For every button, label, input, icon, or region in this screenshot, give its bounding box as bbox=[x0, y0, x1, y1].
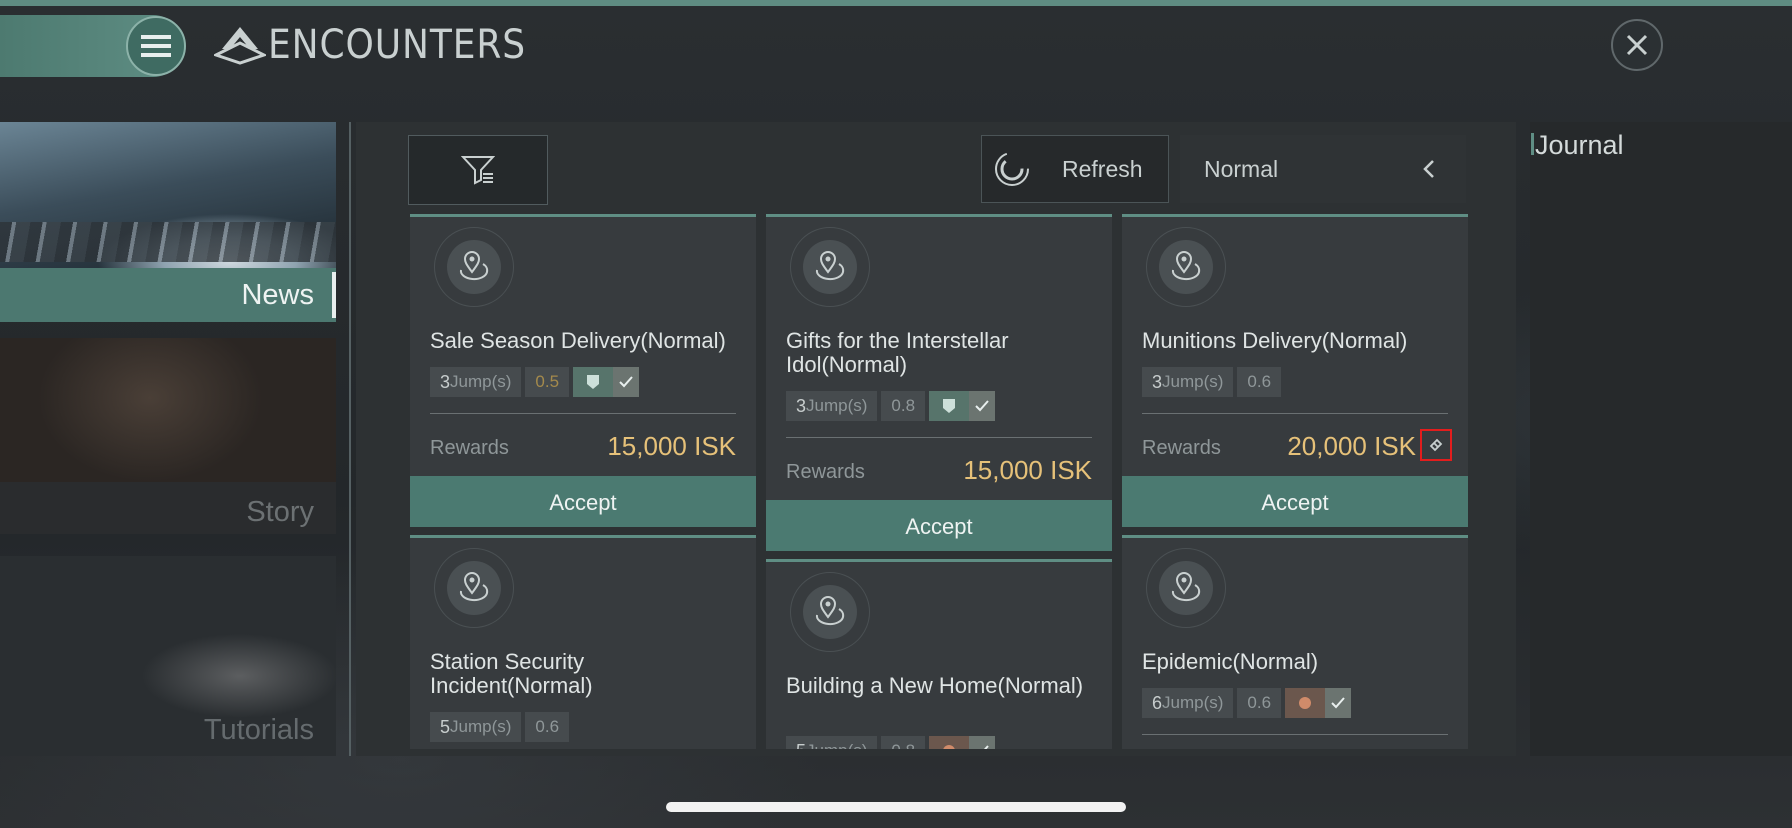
faction-icon bbox=[573, 367, 614, 397]
jumps-tag: 5Jump(s) bbox=[430, 712, 522, 742]
sidebar-item-label: Story bbox=[246, 496, 314, 528]
refresh-icon bbox=[995, 152, 1029, 186]
security-tag: 0.6 bbox=[525, 712, 570, 742]
close-button[interactable] bbox=[1611, 19, 1663, 71]
faction-icon bbox=[929, 391, 970, 421]
card-separator bbox=[1142, 413, 1448, 414]
refresh-button[interactable]: Refresh bbox=[981, 135, 1169, 203]
rewards-label: Rewards bbox=[786, 461, 865, 483]
news-thumbnail bbox=[0, 122, 336, 268]
selected-indicator bbox=[332, 272, 336, 318]
rewards-label: Rewards bbox=[1142, 437, 1221, 459]
close-icon bbox=[1626, 34, 1648, 56]
header-title-group: ENCOUNTERS bbox=[214, 22, 555, 68]
encounter-type-icon-circle bbox=[434, 227, 514, 307]
journal-title[interactable]: Journal bbox=[1535, 130, 1624, 161]
reward-amount: 15,000 ISK bbox=[963, 455, 1092, 485]
encounter-tags: 6 Jump(s) 0.6 bbox=[1142, 688, 1352, 718]
filter-icon bbox=[461, 156, 495, 185]
delivery-location-icon bbox=[1171, 572, 1201, 602]
check-icon bbox=[1325, 688, 1352, 718]
accept-button[interactable]: Accept bbox=[410, 476, 756, 527]
card-separator bbox=[1142, 734, 1448, 735]
check-icon bbox=[613, 367, 640, 397]
encounter-card: Station Security Incident(Normal) 5 Jump(… bbox=[410, 535, 756, 749]
jumps-tag: 5Jump(s) bbox=[786, 736, 878, 749]
rewards-label: Rewards bbox=[430, 437, 509, 459]
reward-amount: 20,000 ISK bbox=[1287, 431, 1416, 461]
home-indicator[interactable] bbox=[666, 802, 1126, 812]
encounter-type-icon-circle bbox=[434, 548, 514, 628]
difficulty-value: Normal bbox=[1204, 155, 1279, 182]
encounter-title: Station Security Incident(Normal) bbox=[430, 649, 593, 698]
encounter-card: Building a New Home(Normal) 5Jump(s) 0.8 bbox=[766, 559, 1112, 749]
faction-icon bbox=[929, 736, 970, 749]
encounter-card: Munitions Delivery(Normal) 3 Jump(s) 0.6 … bbox=[1122, 214, 1468, 527]
encounter-type-icon-circle bbox=[1146, 227, 1226, 307]
encounter-card: Gifts for the Interstellar Idol(Normal) … bbox=[766, 214, 1112, 551]
encounter-title: Sale Season Delivery(Normal) bbox=[430, 328, 726, 353]
top-accent-bar bbox=[0, 0, 1792, 6]
menu-button[interactable] bbox=[126, 16, 186, 76]
encounters-emblem-icon bbox=[214, 27, 266, 65]
encounter-tags: 5Jump(s) 0.8 bbox=[786, 736, 996, 749]
security-tag: 0.6 bbox=[1237, 688, 1282, 718]
security-tag: 0.8 bbox=[881, 736, 926, 749]
reward-amount: 15,000 ISK bbox=[607, 431, 736, 461]
security-tag: 0.6 bbox=[1237, 367, 1282, 397]
jumps-tag: 3 Jump(s) bbox=[430, 367, 522, 397]
link-icon[interactable] bbox=[1420, 429, 1452, 461]
sidebar-item-label: News bbox=[241, 279, 314, 311]
encounter-title: Building a New Home(Normal) bbox=[786, 673, 1084, 698]
refresh-label: Refresh bbox=[1062, 155, 1143, 182]
check-icon bbox=[969, 391, 996, 421]
card-separator bbox=[786, 437, 1092, 438]
faction-icon bbox=[1285, 688, 1326, 718]
difficulty-select[interactable]: Normal bbox=[1180, 135, 1466, 203]
chevron-left-icon bbox=[1423, 160, 1434, 178]
encounter-tags: 3 Jump(s) 0.6 bbox=[1142, 367, 1282, 397]
delivery-location-icon bbox=[1171, 251, 1201, 281]
sidebar-item-news[interactable]: News bbox=[0, 122, 336, 322]
encounter-tags: 5 Jump(s) 0.6 bbox=[430, 712, 570, 742]
security-tag: 0.5 bbox=[525, 367, 570, 397]
encounter-type-icon-circle bbox=[1146, 548, 1226, 628]
story-thumbnail bbox=[0, 338, 336, 482]
delivery-location-icon bbox=[815, 596, 845, 626]
security-tag: 0.8 bbox=[881, 391, 926, 421]
sidebar-item-label: Tutorials bbox=[203, 714, 314, 746]
encounter-title: Munitions Delivery(Normal) bbox=[1142, 328, 1408, 353]
encounter-type-icon-circle bbox=[790, 572, 870, 652]
journal-accent bbox=[1531, 133, 1534, 155]
jumps-tag: 3 Jump(s) bbox=[1142, 367, 1234, 397]
jumps-tag: 3 Jump(s) bbox=[786, 391, 878, 421]
page-title: ENCOUNTERS bbox=[268, 22, 527, 68]
sidebar-divider bbox=[349, 122, 351, 756]
accept-button[interactable]: Accept bbox=[1122, 476, 1468, 527]
encounter-tags: 3 Jump(s) 0.8 bbox=[786, 391, 996, 421]
check-icon bbox=[969, 736, 996, 749]
card-separator bbox=[430, 413, 736, 414]
sidebar-item-tutorials[interactable]: Tutorials bbox=[0, 556, 336, 756]
filter-button[interactable] bbox=[408, 135, 548, 205]
encounter-card: Epidemic(Normal) 6 Jump(s) 0.6 bbox=[1122, 535, 1468, 749]
encounter-type-icon-circle bbox=[790, 227, 870, 307]
delivery-location-icon bbox=[459, 251, 489, 281]
delivery-location-icon bbox=[459, 572, 489, 602]
encounter-tags: 3 Jump(s) 0.5 bbox=[430, 367, 640, 397]
jumps-tag: 6 Jump(s) bbox=[1142, 688, 1234, 718]
hamburger-menu-icon bbox=[141, 35, 171, 57]
delivery-location-icon bbox=[815, 251, 845, 281]
encounter-card: Sale Season Delivery(Normal) 3 Jump(s) 0.… bbox=[410, 214, 756, 527]
journal-panel bbox=[1530, 122, 1792, 756]
sidebar-item-story[interactable]: Story bbox=[0, 338, 336, 534]
accept-button[interactable]: Accept bbox=[766, 500, 1112, 551]
encounter-title: Gifts for the Interstellar Idol(Normal) bbox=[786, 328, 1009, 377]
encounter-title: Epidemic(Normal) bbox=[1142, 649, 1319, 674]
